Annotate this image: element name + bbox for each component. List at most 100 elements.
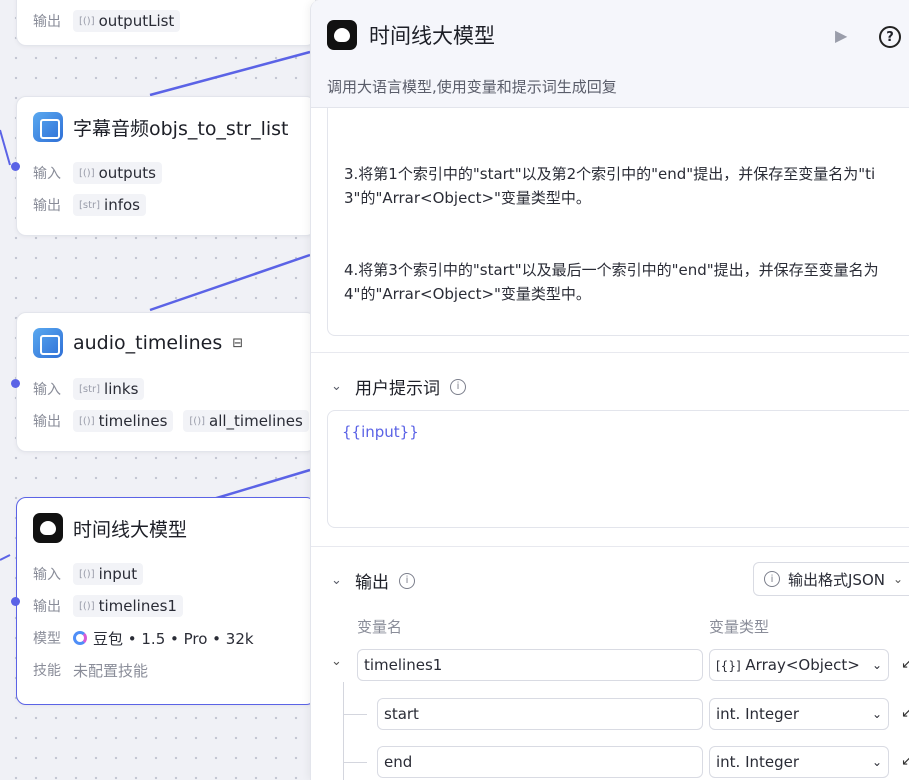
edge-line	[149, 50, 311, 97]
chevron-down-icon[interactable]: ⌄	[331, 654, 342, 669]
col-header-name: 变量名	[357, 618, 403, 636]
node-config-panel: 时间线大模型 ▶ ? 调用大语言模型,使用变量和提示词生成回复 3.将第1个索引…	[310, 0, 909, 780]
collapse-icon[interactable]: ↙	[901, 705, 909, 721]
model-label: 模型	[33, 631, 61, 647]
var-type-select[interactable]: int. Integer ⌄	[709, 746, 889, 778]
output-chip: [()] outputList	[73, 10, 181, 32]
var-name-input[interactable]: timelines1	[357, 649, 703, 681]
output-value: timelines	[98, 412, 168, 430]
chevron-down-icon[interactable]: ⌄	[331, 379, 345, 394]
output-chip: [()] all_timelines	[183, 410, 309, 432]
col-header-type: 变量类型	[709, 618, 770, 636]
help-icon[interactable]: ?	[879, 26, 901, 48]
node-subtitle-objs[interactable]: 字幕音频objs_to_str_list 输入 [()] outputs 输出 […	[16, 96, 316, 236]
plugin-icon	[33, 112, 63, 142]
input-chip: [()] outputs	[73, 162, 162, 184]
output-chip: [()] timelines	[73, 410, 174, 432]
prompt-line: 3"的"Arrar<Object>"变量类型中。	[344, 189, 591, 207]
info-icon[interactable]: i	[450, 378, 466, 395]
var-type-value: Array<Object>	[745, 656, 860, 674]
node-audio-timelines[interactable]: audio_timelines ⊟ 输入 [str] links 输出 [()] t…	[16, 312, 316, 452]
output-value: infos	[104, 196, 140, 214]
edge-line	[0, 554, 11, 561]
panel-header: 时间线大模型 ▶ ?	[311, 0, 909, 70]
output-value: all_timelines	[209, 412, 303, 430]
input-value: outputs	[98, 164, 156, 182]
collapse-icon[interactable]: ↙	[901, 656, 909, 672]
var-name-input[interactable]: end	[377, 746, 703, 778]
node-output-list[interactable]: 输出 [()] outputList	[16, 0, 316, 46]
tree-line	[343, 714, 367, 715]
chevron-down-icon: ⌄	[871, 707, 882, 721]
tree-line	[343, 762, 367, 763]
var-type-select[interactable]: [{}] Array<Object> ⌄	[709, 649, 889, 681]
output-label: 输出	[33, 414, 61, 430]
node-title: 时间线大模型	[73, 518, 188, 541]
output-format-label: 输出格式JSON	[788, 570, 885, 589]
var-name-value: end	[384, 753, 413, 771]
node-timeline-llm[interactable]: 时间线大模型 输入 [()] input 输出 [()] timelines1 模型…	[16, 497, 316, 705]
llm-icon	[33, 513, 63, 543]
info-icon: i	[764, 571, 780, 587]
llm-icon	[327, 20, 357, 50]
output-label: 输出	[33, 14, 61, 30]
tree-line	[343, 682, 344, 780]
input-label: 输入	[33, 382, 61, 398]
output-label: 输出	[33, 599, 61, 615]
array-type-icon: [()]	[79, 600, 95, 612]
user-prompt-section-header[interactable]: ⌄ 用户提示词 i	[311, 374, 909, 399]
type-prefix: [{}]	[716, 659, 741, 673]
var-type-select[interactable]: int. Integer ⌄	[709, 698, 889, 730]
panel-title: 时间线大模型	[369, 24, 495, 48]
prompt-line: 3.将第1个索引中的"start"以及第2个索引中的"end"提出，并保存至变量…	[344, 165, 876, 183]
prompt-line: 4.将第3个索引中的"start"以及最后一个索引中的"end"提出，并保存至变…	[344, 261, 879, 279]
type-prefix: int.	[716, 753, 741, 771]
output-value: outputList	[98, 12, 175, 30]
chevron-down-icon: ⌄	[892, 572, 904, 586]
input-port[interactable]	[11, 597, 20, 606]
var-type-value: Integer	[745, 753, 800, 771]
var-type-text: int. Integer	[716, 753, 799, 771]
model-value: 豆包 • 1.5 • Pro • 32k	[93, 629, 254, 648]
array-type-icon: [()]	[79, 15, 95, 27]
section-divider	[311, 352, 909, 353]
input-chip: [str] links	[73, 378, 145, 400]
string-array-icon: [str]	[79, 199, 101, 211]
prompt-paragraph: 4.将第3个索引中的"start"以及最后一个索引中的"end"提出，并保存至变…	[344, 258, 909, 306]
input-value: links	[104, 380, 139, 398]
array-type-icon: [()]	[79, 568, 95, 580]
array-type-icon: [()]	[79, 167, 95, 179]
info-icon[interactable]: i	[399, 572, 415, 589]
array-type-icon: [()]	[79, 415, 95, 427]
model-logo-icon	[73, 631, 87, 645]
user-prompt-label: 用户提示词	[355, 379, 440, 399]
collapse-icon[interactable]: ↙	[901, 753, 909, 769]
run-icon[interactable]: ▶	[835, 26, 847, 45]
skill-label: 技能	[33, 663, 61, 679]
node-title: audio_timelines	[73, 332, 223, 354]
string-array-icon: [str]	[79, 383, 101, 395]
var-type-value: Integer	[745, 705, 800, 723]
var-name-input[interactable]: start	[377, 698, 703, 730]
system-prompt-editor[interactable]: 3.将第1个索引中的"start"以及第2个索引中的"end"提出，并保存至变量…	[327, 108, 909, 336]
input-chip: [()] input	[73, 563, 144, 585]
panel-description: 调用大语言模型,使用变量和提示词生成回复	[327, 78, 617, 96]
skill-value: 未配置技能	[73, 661, 149, 680]
prompt-line: 4"的"Arrar<Object>"变量类型中。	[344, 285, 591, 303]
user-prompt-editor[interactable]: {{input}}	[327, 410, 909, 528]
type-prefix: int.	[716, 705, 741, 723]
input-port[interactable]	[11, 379, 20, 388]
user-prompt-value: {{input}}	[342, 423, 419, 441]
chevron-down-icon: ⌄	[871, 755, 882, 769]
output-section-label: 输出	[355, 573, 389, 593]
array-type-icon: [()]	[189, 415, 205, 427]
section-divider	[311, 546, 909, 547]
input-port[interactable]	[11, 162, 20, 171]
output-value: timelines1	[98, 597, 177, 615]
prompt-paragraph: 3.将第1个索引中的"start"以及第2个索引中的"end"提出，并保存至变量…	[344, 162, 909, 210]
edge-line	[0, 129, 11, 166]
output-format-select[interactable]: i 输出格式JSON ⌄	[753, 562, 909, 596]
chevron-down-icon[interactable]: ⌄	[331, 573, 345, 588]
chevron-down-icon: ⌄	[871, 658, 882, 672]
plugin-icon	[33, 328, 63, 358]
